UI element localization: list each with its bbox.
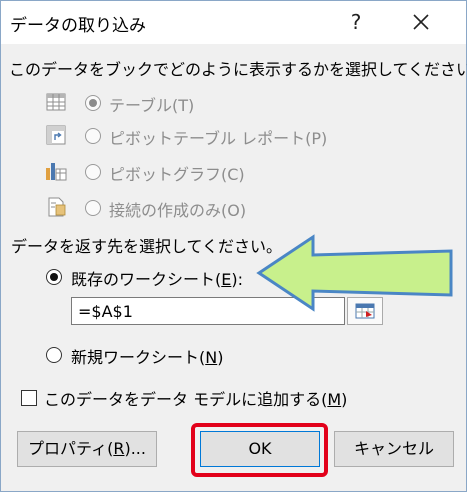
cancel-button[interactable]: キャンセル xyxy=(334,431,454,467)
radio-new-worksheet[interactable] xyxy=(46,347,62,363)
radio-pivot-chart[interactable] xyxy=(85,164,101,180)
help-button[interactable]: ? xyxy=(339,6,373,38)
connection-only-icon xyxy=(48,197,66,217)
table-icon xyxy=(46,93,66,111)
option-pivot-table-label: ピボットテーブル レポート(P) xyxy=(109,129,328,148)
option-new-worksheet[interactable]: 新規ワークシート(N) xyxy=(1,341,261,369)
new-worksheet-label: 新規ワークシート(N) xyxy=(71,348,224,367)
pivot-chart-icon xyxy=(46,163,67,181)
pivot-table-icon xyxy=(46,125,66,145)
option-table-label: テーブル(T) xyxy=(109,96,195,115)
ok-highlight-box xyxy=(191,423,328,477)
properties-button[interactable]: プロパティ(R)... xyxy=(17,431,157,467)
radio-connection-only[interactable] xyxy=(85,200,101,216)
radio-existing-worksheet[interactable] xyxy=(46,269,62,285)
close-button[interactable] xyxy=(401,6,441,38)
option-existing-worksheet[interactable]: 既存のワークシート(E): xyxy=(1,263,261,291)
option-connection-only-label: 接続の作成のみ(O) xyxy=(109,201,247,220)
dialog-title: データの取り込み xyxy=(10,16,146,36)
radio-table[interactable] xyxy=(85,95,101,111)
option-pivot-chart-label: ピボットグラフ(C) xyxy=(109,165,245,184)
data-model-checkbox[interactable] xyxy=(21,390,37,406)
import-data-dialog: データの取り込み ? このデータをブックでどのように表示するかを選択してください… xyxy=(0,0,467,492)
destination-prompt: データを返す先を選択してください。 xyxy=(11,237,283,256)
existing-worksheet-label: 既存のワークシート(E): xyxy=(71,270,243,289)
title-bar: データの取り込み ? xyxy=(1,1,466,44)
annotation-arrow xyxy=(256,234,453,312)
display-prompt: このデータをブックでどのように表示するかを選択してください。 xyxy=(9,60,467,79)
close-icon xyxy=(413,14,429,30)
data-model-label: このデータをデータ モデルに追加する(M) xyxy=(44,390,348,409)
radio-pivot-table[interactable] xyxy=(85,128,101,144)
